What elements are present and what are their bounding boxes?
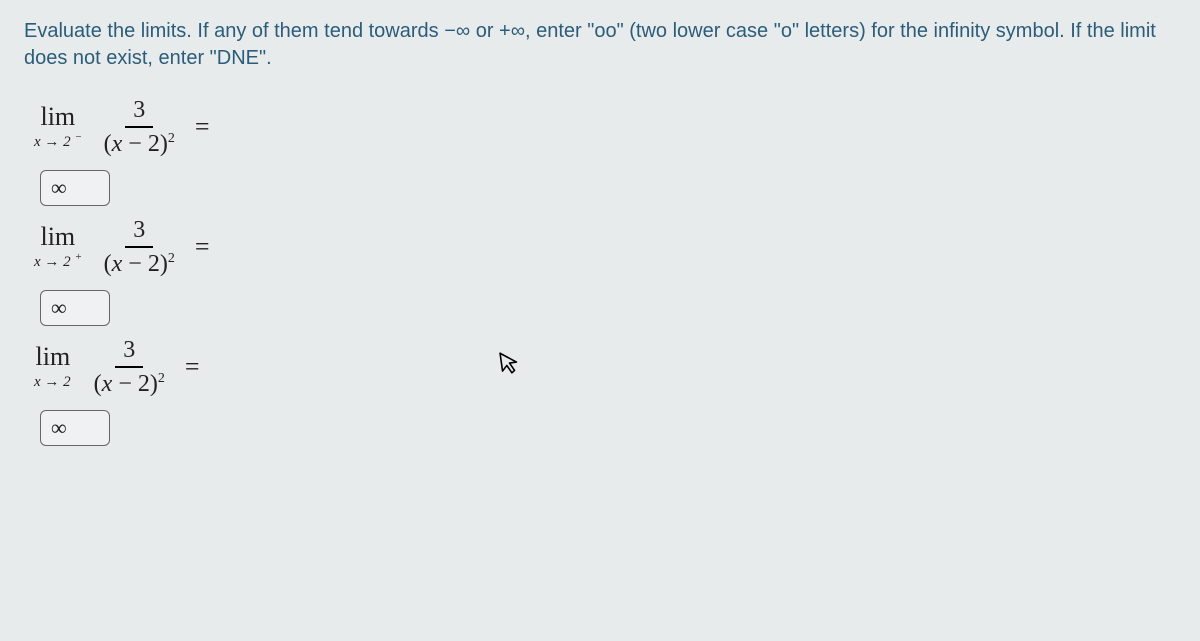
lim-side: − — [75, 131, 81, 143]
denominator: (x − 2)2 — [98, 128, 181, 156]
fraction: 3 (x − 2)2 — [98, 98, 181, 156]
equals-sign: = — [195, 112, 210, 142]
den-rest: − 2) — [122, 251, 168, 277]
den-rest: − 2) — [112, 371, 158, 397]
lim-text: lim — [40, 104, 75, 130]
lim-target: 2 — [63, 134, 71, 150]
limit-expression-1: lim x → 2 − 3 (x − 2)2 = — [34, 98, 1176, 156]
denominator: (x − 2)2 — [98, 248, 181, 276]
den-exp: 2 — [168, 251, 175, 266]
den-x: x — [102, 371, 113, 397]
den-paren-l: ( — [104, 251, 112, 277]
den-exp: 2 — [158, 371, 165, 386]
den-paren-l: ( — [94, 371, 102, 397]
fraction: 3 (x − 2)2 — [98, 218, 181, 276]
lim-text: lim — [40, 224, 75, 250]
numerator: 3 — [115, 338, 143, 368]
lim-text: lim — [36, 344, 71, 370]
answer-value: ∞ — [51, 415, 67, 440]
limit-block-3: lim x → 2 3 (x − 2)2 = ∞ — [34, 338, 1176, 446]
equals-sign: = — [195, 232, 210, 262]
lim-var: x — [34, 374, 41, 390]
denominator: (x − 2)2 — [88, 368, 171, 396]
limit-expression-2: lim x → 2 + 3 (x − 2)2 = — [34, 218, 1176, 276]
lim-target: 2 — [63, 374, 71, 390]
den-x: x — [112, 131, 123, 157]
lim-arrow: → — [44, 374, 59, 390]
answer-input-3[interactable]: ∞ — [40, 410, 110, 446]
answer-value: ∞ — [51, 175, 67, 200]
equals-sign: = — [185, 352, 200, 382]
den-rest: − 2) — [122, 131, 168, 157]
numerator: 3 — [125, 98, 153, 128]
numerator: 3 — [125, 218, 153, 248]
den-paren-l: ( — [104, 131, 112, 157]
den-x: x — [112, 251, 123, 277]
lim-operator: lim x → 2 − — [34, 104, 82, 150]
fraction: 3 (x − 2)2 — [88, 338, 171, 396]
answer-value: ∞ — [51, 295, 67, 320]
lim-subscript: x → 2 — [34, 372, 72, 390]
limit-block-1: lim x → 2 − 3 (x − 2)2 = ∞ — [34, 98, 1176, 206]
lim-side: + — [75, 251, 81, 263]
lim-arrow: → — [44, 254, 59, 270]
lim-arrow: → — [44, 134, 59, 150]
lim-var: x — [34, 134, 41, 150]
answer-input-2[interactable]: ∞ — [40, 290, 110, 326]
lim-var: x — [34, 254, 41, 270]
lim-target: 2 — [63, 254, 71, 270]
problem-page: Evaluate the limits. If any of them tend… — [0, 0, 1200, 641]
answer-input-1[interactable]: ∞ — [40, 170, 110, 206]
lim-operator: lim x → 2 — [34, 344, 72, 390]
limit-expression-3: lim x → 2 3 (x − 2)2 = — [34, 338, 1176, 396]
instructions-text: Evaluate the limits. If any of them tend… — [24, 18, 1176, 72]
limit-block-2: lim x → 2 + 3 (x − 2)2 = ∞ — [34, 218, 1176, 326]
lim-operator: lim x → 2 + — [34, 224, 82, 270]
lim-subscript: x → 2 − — [34, 132, 82, 150]
lim-subscript: x → 2 + — [34, 252, 82, 270]
den-exp: 2 — [168, 131, 175, 146]
